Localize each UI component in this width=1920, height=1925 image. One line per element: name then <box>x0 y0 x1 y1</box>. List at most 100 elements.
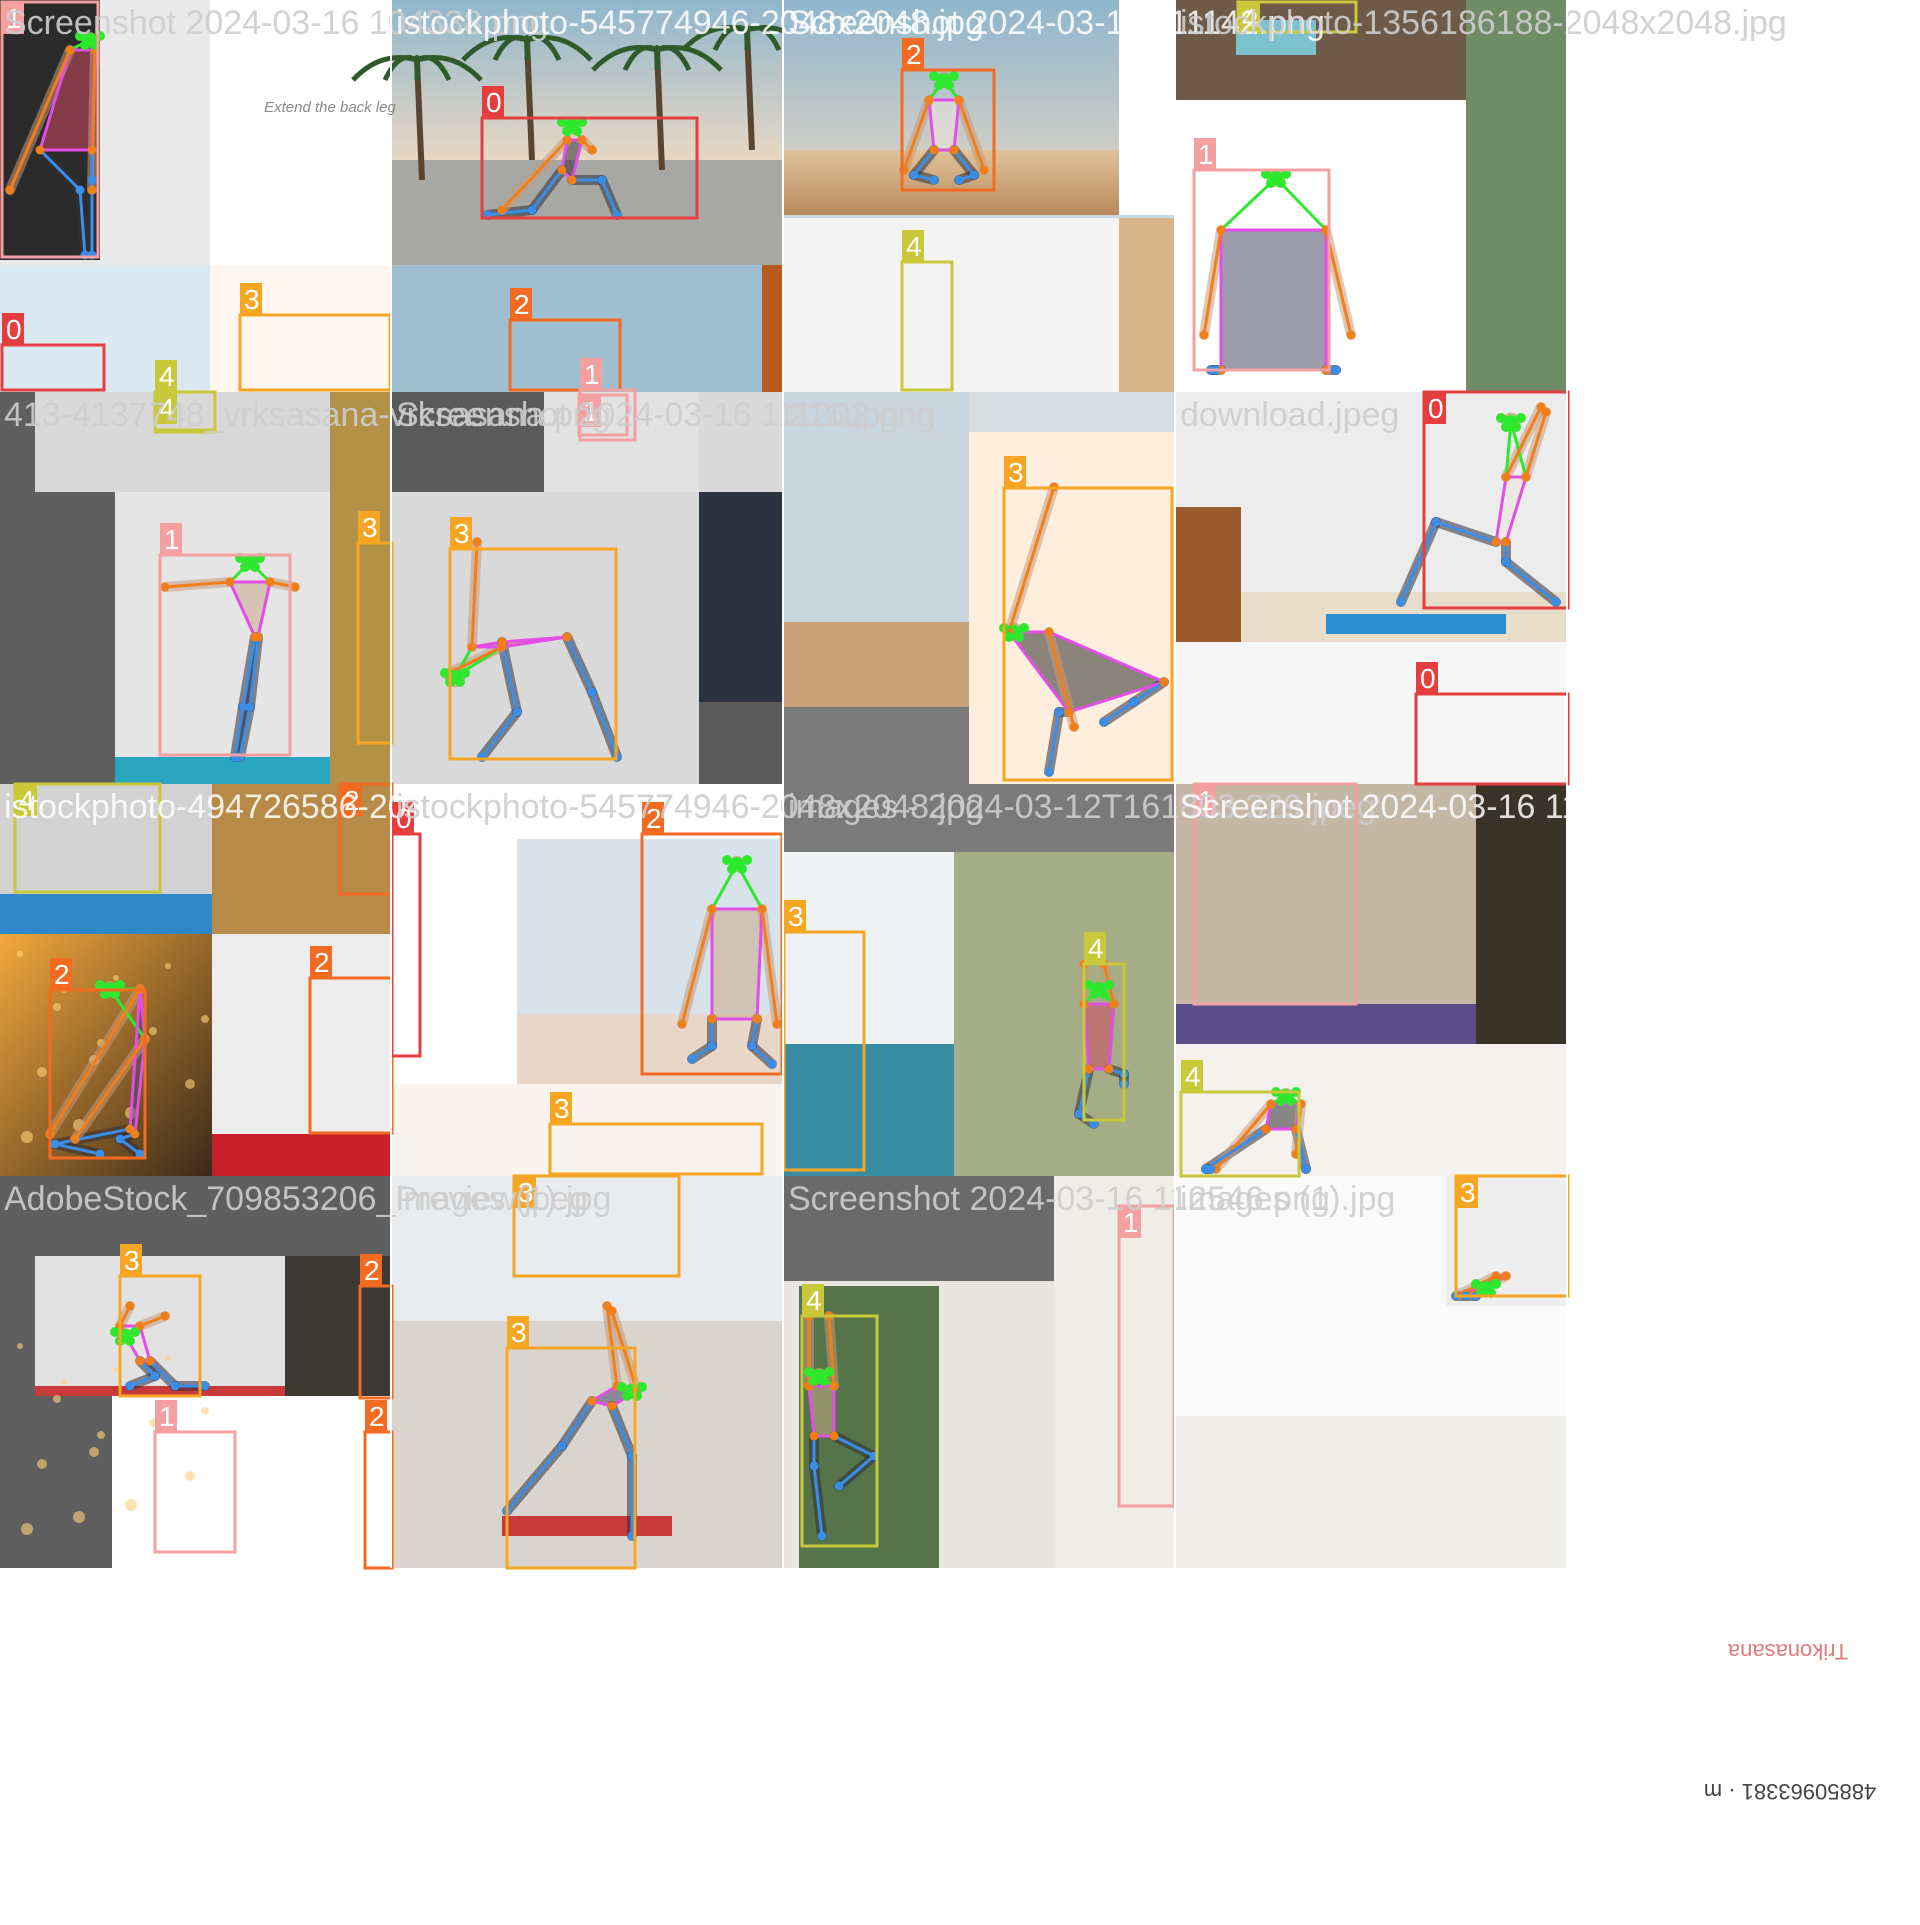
keypoint-face <box>809 1376 819 1386</box>
photo-region <box>0 894 212 934</box>
keypoint <box>954 175 964 185</box>
photo-region <box>1176 1004 1476 1044</box>
keypoint-face <box>572 126 582 136</box>
class-label: 0 <box>6 314 22 345</box>
photo-region <box>1176 1044 1568 1176</box>
photo-region <box>762 265 784 392</box>
keypoint-face <box>1491 1279 1501 1289</box>
keypoint <box>752 1014 762 1024</box>
keypoint <box>677 1019 687 1029</box>
keypoint-face <box>1104 980 1114 990</box>
tile-title: 216.jpg <box>788 396 900 434</box>
keypoint <box>567 175 577 185</box>
annotation-text: Extend the back leg <box>264 99 396 116</box>
photo-region <box>784 1044 954 1176</box>
keypoint <box>253 632 263 642</box>
keypoint-face <box>240 562 250 572</box>
keypoint <box>954 95 964 105</box>
keypoint <box>130 1129 140 1139</box>
keypoint <box>909 170 919 180</box>
keypoint-face <box>737 864 747 874</box>
keypoint-face <box>819 1376 829 1386</box>
keypoint-face <box>130 1327 140 1337</box>
bokeh-light <box>201 1015 209 1023</box>
mosaic-tile <box>1176 784 1568 1176</box>
keypoint <box>1261 1124 1271 1134</box>
keypoint-face <box>804 1367 814 1377</box>
photo-region <box>784 622 969 707</box>
keypoint <box>587 145 597 155</box>
class-label: 0 <box>1428 393 1444 424</box>
keypoint <box>1396 597 1406 607</box>
keypoint <box>557 165 567 175</box>
keypoint <box>1216 225 1226 235</box>
mosaic-tile <box>1176 392 1568 784</box>
keypoint-face <box>1266 178 1276 188</box>
keypoint <box>527 205 537 215</box>
keypoint <box>115 1134 125 1144</box>
bokeh-light <box>97 1431 105 1439</box>
mosaic-tile <box>784 784 1176 1176</box>
photo-region <box>1176 1416 1568 1568</box>
keypoint <box>65 45 75 55</box>
photo-region <box>1119 218 1176 392</box>
keypoint-face <box>1471 1279 1481 1289</box>
bokeh-light <box>21 1131 33 1143</box>
keypoint <box>929 145 939 155</box>
keypoint <box>587 1396 597 1406</box>
keypoint <box>557 1441 567 1451</box>
photo-region <box>112 1396 292 1568</box>
keypoint <box>1109 999 1119 1009</box>
bokeh-light <box>37 1067 47 1077</box>
keypoint <box>87 145 97 155</box>
keypoint <box>512 707 522 717</box>
bokeh-light <box>17 1343 23 1349</box>
keypoint-face <box>125 1336 135 1346</box>
keypoint-face <box>824 1367 834 1377</box>
mosaic-tile <box>784 392 1176 784</box>
class-label: 1 <box>1198 139 1214 170</box>
bokeh-light <box>53 1003 61 1011</box>
class-label: 3 <box>554 1093 570 1124</box>
keypoint <box>1054 707 1064 717</box>
bokeh-light <box>113 1367 119 1373</box>
keypoint <box>1541 407 1551 417</box>
keypoint <box>587 687 597 697</box>
class-label: 2 <box>906 39 922 70</box>
tile-title: istockphoto-1356186188-2048x2048.jpg <box>1180 4 1787 42</box>
keypoint-face <box>1276 1096 1286 1106</box>
class-label: 3 <box>1008 457 1024 488</box>
keypoint <box>135 1356 145 1366</box>
keypoint <box>929 175 939 185</box>
keypoint <box>1069 722 1079 732</box>
class-label: 2 <box>54 959 70 990</box>
class-label: 2 <box>364 1255 380 1286</box>
keypoint <box>1099 717 1109 727</box>
tile-title: Screenshot 2024-03-16 110621.png <box>1180 788 1722 826</box>
keypoint-face <box>1014 632 1024 642</box>
keypoint <box>1491 537 1501 547</box>
bokeh-light <box>185 1079 195 1089</box>
class-label: 3 <box>124 1245 140 1276</box>
keypoint <box>1331 365 1341 375</box>
keypoint <box>1074 1109 1084 1119</box>
bokeh-light <box>61 1379 67 1385</box>
photo-region <box>1466 0 1568 392</box>
keypoint <box>767 1059 777 1069</box>
keypoint <box>809 1431 819 1441</box>
keypoint-face <box>1501 422 1511 432</box>
keypoint <box>772 1019 782 1029</box>
keypoint <box>5 185 15 195</box>
class-label: 4 <box>1185 1061 1201 1092</box>
keypoint <box>1501 537 1511 547</box>
keypoint-face <box>1276 178 1286 188</box>
keypoint <box>707 1014 717 1024</box>
photo-region <box>330 392 392 784</box>
keypoint <box>87 175 97 185</box>
keypoint <box>245 702 255 712</box>
keypoint <box>1431 517 1441 527</box>
photo-region <box>954 852 1176 1176</box>
photo-region <box>115 757 330 784</box>
mosaic-tile <box>1176 1176 1568 1568</box>
keypoint <box>35 145 45 155</box>
